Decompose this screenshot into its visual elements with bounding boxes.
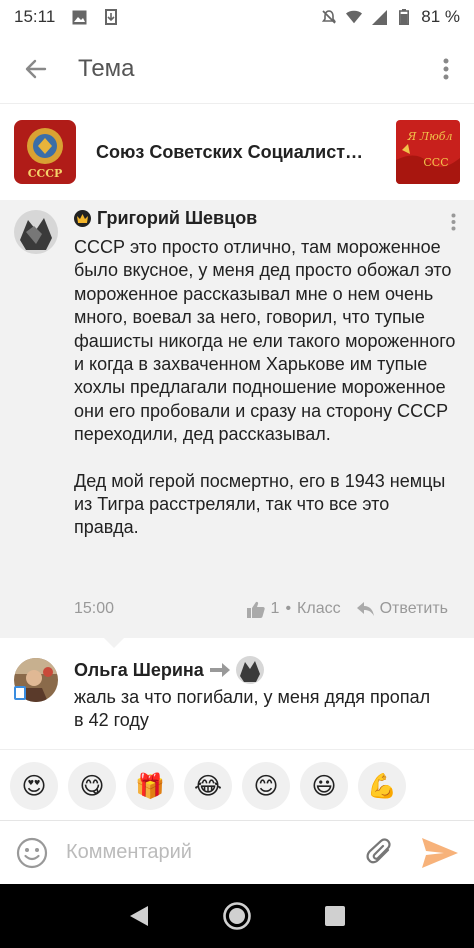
post-text: СССР это просто отлично, там мороженное …: [74, 236, 458, 540]
topic-post: Григорий Шевцов СССР это просто отлично,…: [0, 200, 474, 638]
group-name[interactable]: Союз Советских Социалист…: [96, 142, 366, 163]
post-paragraph: Дед мой герой посмертно, его в 1943 немц…: [74, 470, 446, 538]
post-author-name[interactable]: Григорий Шевцов: [97, 208, 257, 229]
comment-composer: [0, 820, 474, 884]
download-icon: [103, 9, 119, 25]
reply-button[interactable]: Ответить: [356, 600, 448, 618]
reaction-heart-eyes-icon[interactable]: 😍: [10, 762, 58, 810]
battery-percent: 81 %: [421, 7, 460, 26]
group-cover-text-top: Я Любл: [407, 130, 453, 143]
gallery-icon: [71, 9, 87, 25]
like-label: Класс: [297, 600, 341, 617]
back-button[interactable]: [14, 47, 58, 91]
nav-back-button[interactable]: [119, 896, 159, 936]
smiley-icon: [16, 837, 48, 868]
post-menu-button[interactable]: [448, 210, 458, 234]
post-actions: 1 • Класс Ответить: [246, 600, 448, 618]
reply-comment: Ольга Шерина жаль за что погибали, у мен…: [0, 648, 474, 750]
quick-reactions-bar: 😍 😋 🎁 😂 😊 😃 💪: [0, 752, 474, 820]
reaction-gift-icon[interactable]: 🎁: [126, 762, 174, 810]
group-avatar-text: СССР: [28, 167, 63, 180]
mute-icon: [321, 9, 337, 25]
group-cover-text-bottom: ССС: [423, 156, 448, 169]
app-bar: Тема: [0, 34, 474, 104]
emoji-picker-button[interactable]: [14, 835, 50, 871]
attach-button[interactable]: [362, 835, 398, 871]
paperclip-icon: [366, 837, 391, 863]
nav-home-button[interactable]: [217, 896, 257, 936]
reply-arrow-icon: [356, 602, 374, 616]
system-navigation-bar: [0, 884, 474, 948]
crown-icon: [74, 210, 91, 227]
reaction-laugh-tears-icon[interactable]: 😂: [184, 762, 232, 810]
send-icon: [422, 837, 458, 868]
post-author-avatar[interactable]: [14, 210, 58, 254]
wifi-icon: [346, 9, 363, 25]
reaction-smile-icon[interactable]: 😊: [242, 762, 290, 810]
reaction-flexed-biceps-icon[interactable]: 💪: [358, 762, 406, 810]
reaction-grin-icon[interactable]: 😃: [300, 762, 348, 810]
post-author-row: Григорий Шевцов: [74, 208, 257, 229]
send-button[interactable]: [420, 835, 460, 871]
reply-text: жаль за что погибали, у меня дядя пропал…: [74, 687, 431, 731]
reply-header: Ольга Шерина: [74, 656, 264, 684]
post-paragraph: СССР это просто отлично, там мороженное …: [74, 237, 456, 445]
overflow-menu-button[interactable]: [432, 47, 460, 91]
square-recents-icon: [325, 906, 345, 926]
circle-home-icon: [223, 902, 251, 930]
status-time: 15:11: [14, 7, 56, 26]
group-header[interactable]: СССР Союз Советских Социалист… Я Любл СС…: [0, 104, 474, 200]
battery-icon: [396, 9, 412, 25]
signal-icon: [371, 9, 387, 25]
like-count: 1: [270, 600, 280, 617]
more-vert-icon: [451, 213, 455, 231]
reply-author-name[interactable]: Ольга Шерина: [74, 660, 204, 681]
triangle-back-icon: [130, 906, 148, 926]
thumbs-up-icon: [246, 601, 265, 618]
page-title: Тема: [78, 54, 135, 82]
reply-to-arrow-icon: [209, 663, 230, 677]
reaction-yum-icon[interactable]: 😋: [68, 762, 116, 810]
like-button[interactable]: 1 • Класс: [246, 600, 341, 618]
nav-recents-button[interactable]: [315, 896, 355, 936]
post-timestamp: 15:00: [74, 600, 115, 617]
comment-input[interactable]: [66, 841, 362, 864]
reply-label: Ответить: [379, 600, 448, 617]
reply-target-avatar[interactable]: [235, 656, 264, 684]
group-avatar[interactable]: СССР: [14, 120, 76, 184]
separator-dot: •: [285, 600, 292, 617]
reply-bubble-tail: [104, 638, 124, 648]
more-vert-icon: [443, 58, 449, 79]
arrow-left-icon: [25, 59, 47, 78]
status-bar: 15:11 81 %: [0, 0, 474, 34]
mobile-badge-icon: [14, 686, 26, 700]
group-cover-image[interactable]: Я Любл ССС: [396, 120, 460, 184]
